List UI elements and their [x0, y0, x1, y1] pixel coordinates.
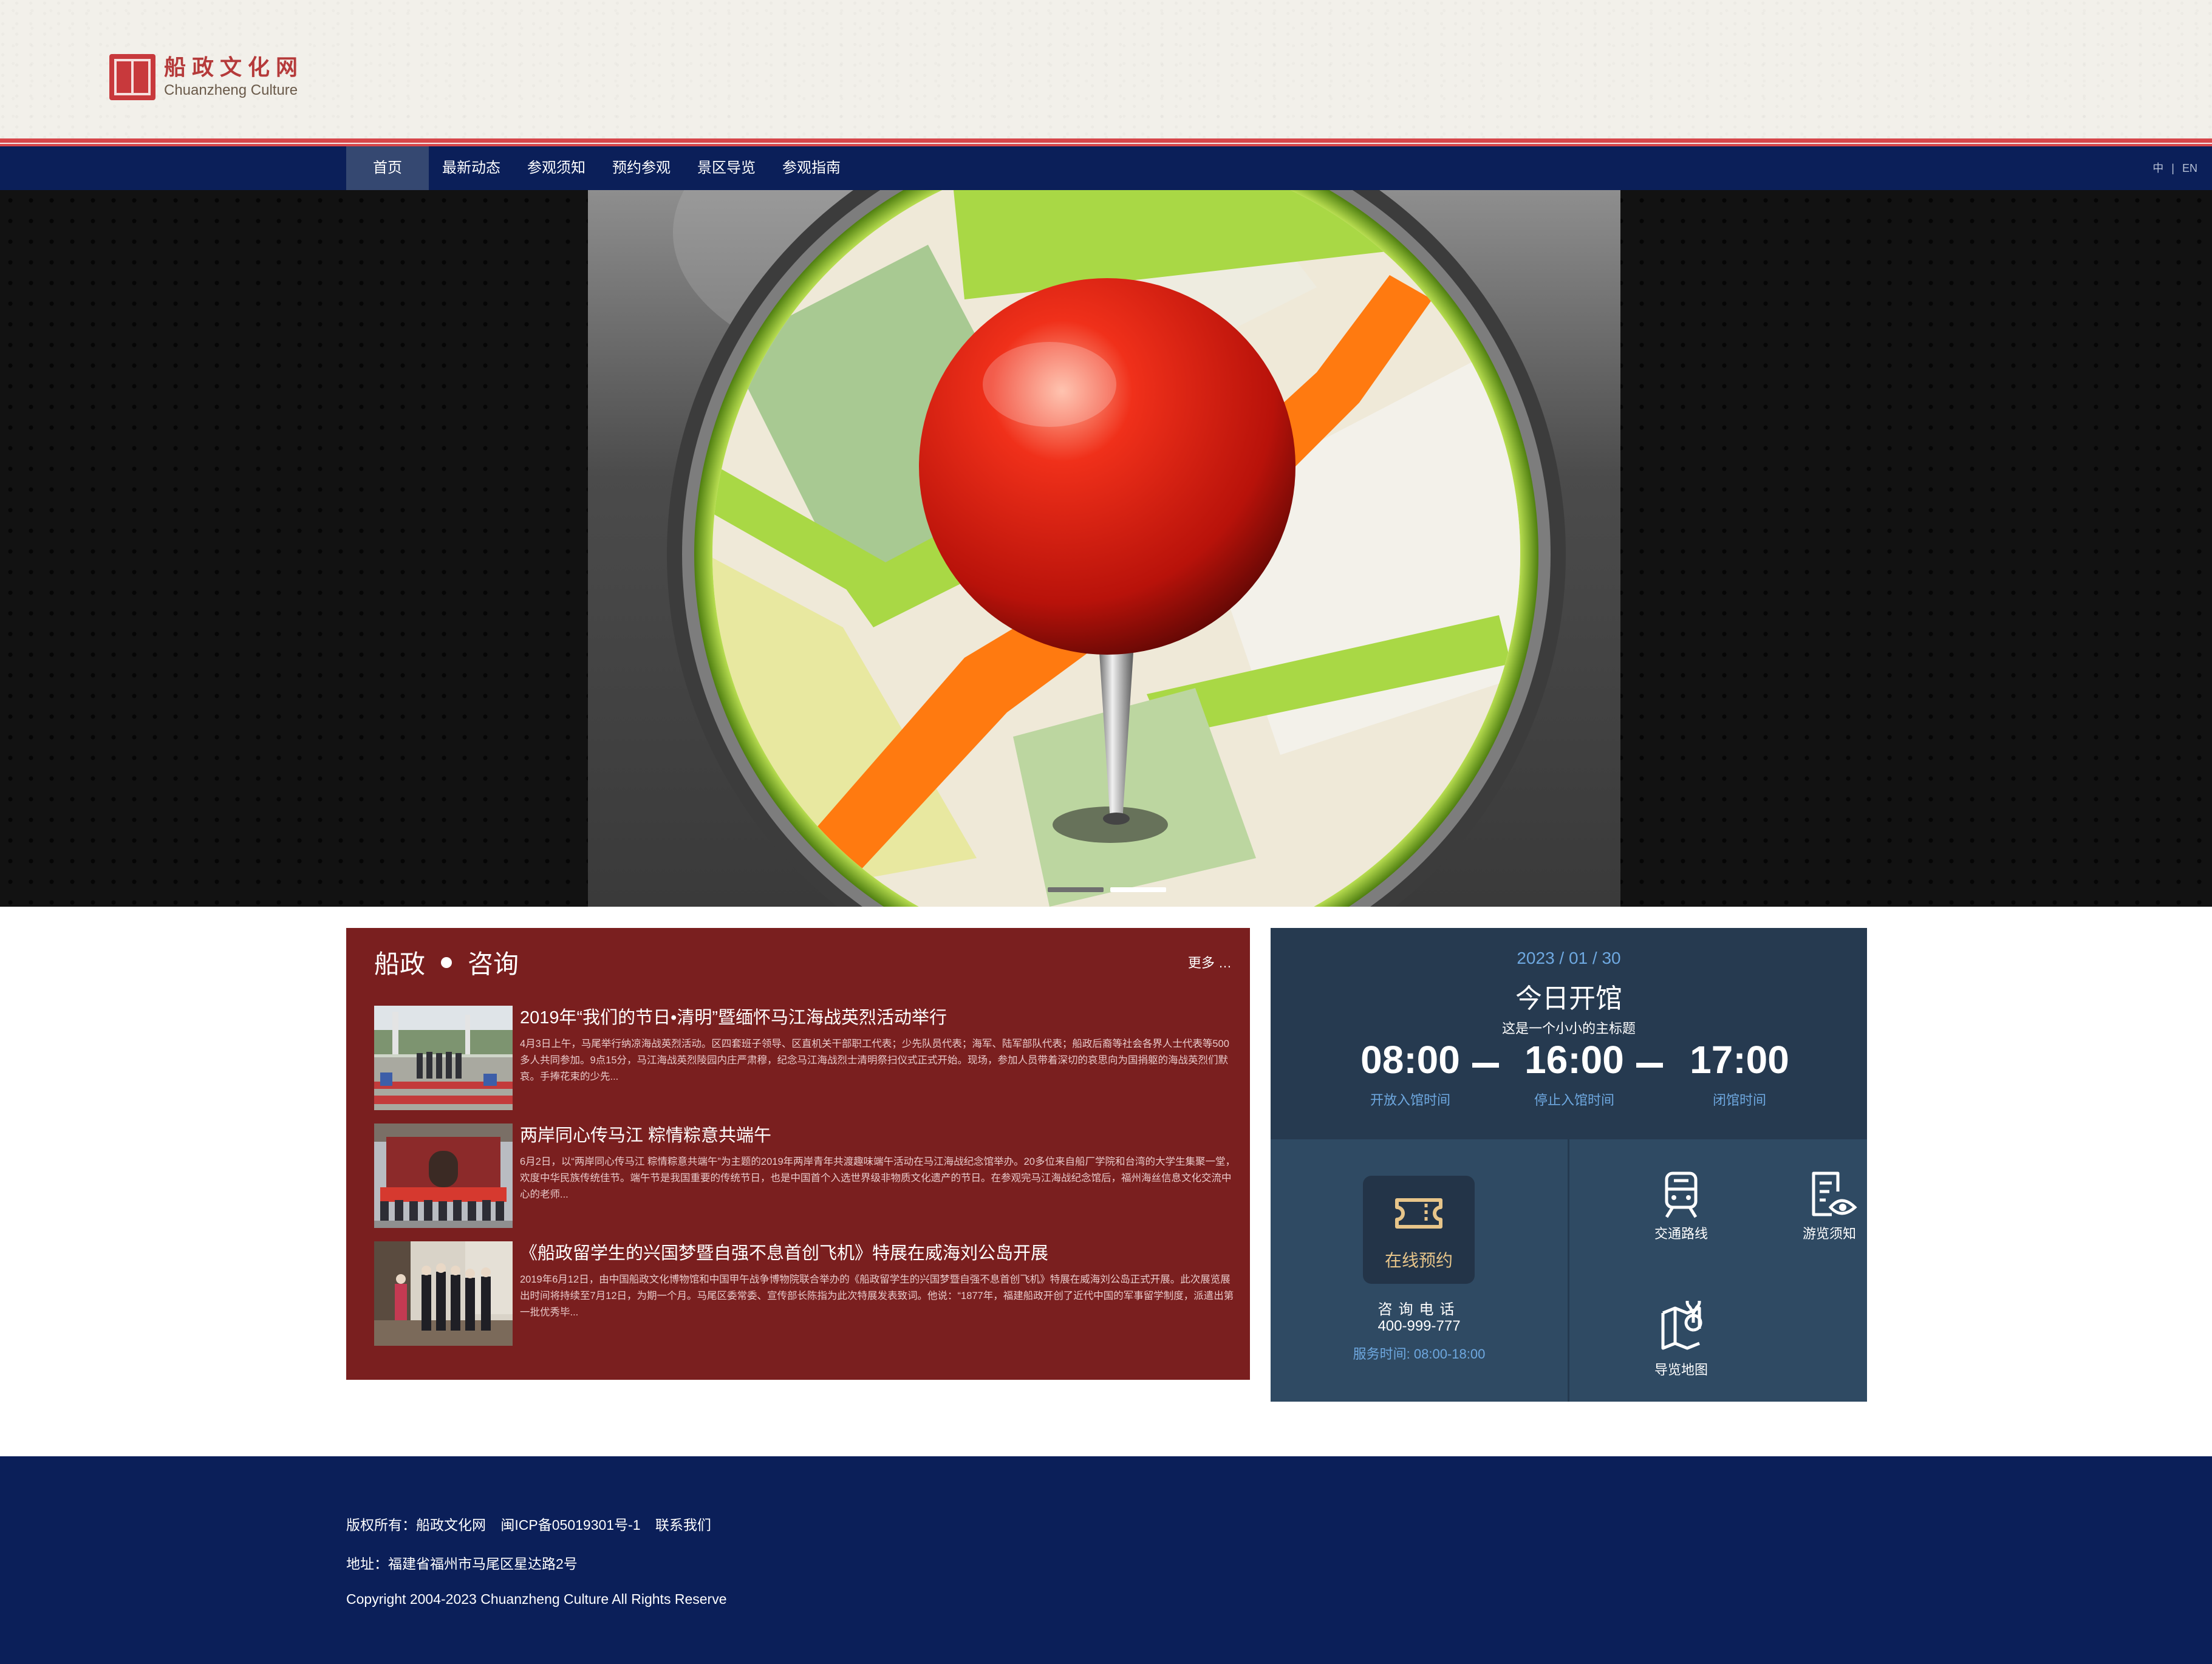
opening-hours-panel: 2023 / 01 / 30 今日开馆 这是一个小小的主标题 08:00 16:…	[1271, 928, 1867, 1402]
train-icon	[1665, 1171, 1698, 1218]
news-thumbnail[interactable]	[374, 1241, 513, 1346]
site-header: 船政文化网 Chuanzheng Culture	[0, 0, 2212, 138]
nav-item-visit-notice[interactable]: 参观须知	[514, 146, 599, 190]
map-pin-icon	[667, 190, 1566, 907]
footer-contact-link[interactable]: 联系我们	[655, 1517, 711, 1533]
opening-hours-header: 2023 / 01 / 30 今日开馆 这是一个小小的主标题 08:00 16:…	[1271, 928, 1867, 1139]
banner-slide[interactable]	[588, 190, 1620, 907]
nav-item-visit-guide[interactable]: 参观指南	[769, 146, 854, 190]
slide-dot-2[interactable]	[1110, 887, 1166, 892]
news-panel: 船政 咨询 更多 … 2019年“我们的节日•清明”暨缅怀马江海战英烈活动举行 …	[346, 928, 1250, 1380]
consult-phone[interactable]: 400-999-777	[1271, 1318, 1568, 1335]
lang-zh[interactable]: 中	[2152, 162, 2163, 174]
opening-subtitle: 这是一个小小的主标题	[1501, 1021, 1636, 1036]
nav-item-booking[interactable]: 预约参观	[599, 146, 684, 190]
logo-title-en: Chuanzheng Culture	[164, 82, 298, 98]
consult-label: 咨询电话	[1377, 1301, 1461, 1318]
news-title[interactable]: 《船政留学生的兴国梦暨自强不息首创飞机》特展在威海刘公岛开展	[520, 1241, 1048, 1266]
footer-copyright-line: 版权所有：船政文化网 闽ICP备05019301号-1 联系我们	[346, 1513, 722, 1534]
news-more-link[interactable]: 更多 …	[1188, 952, 1232, 972]
ticket-icon	[1395, 1198, 1442, 1229]
map-guide-icon	[1661, 1301, 1702, 1350]
online-booking-label: 在线预约	[1384, 1251, 1453, 1270]
visit-notice-label: 游览须知	[1802, 1226, 1856, 1241]
slide-dot-1[interactable]	[1048, 887, 1104, 892]
main-nav: 首页 最新动态 参观须知 预约参观 景区导览 参观指南 中 | EN	[0, 146, 2212, 190]
news-title[interactable]: 2019年“我们的节日•清明”暨缅怀马江海战英烈活动举行	[520, 1006, 947, 1030]
time-separator	[1636, 1063, 1663, 1068]
nav-item-scenic-guide[interactable]: 景区导览	[684, 146, 769, 190]
close-time-caption: 闭馆时间	[1712, 1093, 1766, 1108]
title-bullet	[441, 956, 452, 968]
footer-copyright-en: Copyright 2004-2023 Chuanzheng Culture A…	[346, 1591, 727, 1607]
service-hours: 服务时间: 08:00-18:00	[1353, 1346, 1486, 1362]
lang-separator: |	[2171, 162, 2174, 174]
nav-item-news[interactable]: 最新动态	[429, 146, 514, 190]
footer-icp[interactable]: 闽ICP备05019301号-1	[500, 1517, 640, 1533]
news-title-part-b: 咨询	[468, 950, 519, 978]
close-time: 17:00	[1690, 1038, 1789, 1082]
open-time-caption: 开放入馆时间	[1370, 1093, 1450, 1108]
site-logo[interactable]: 船政文化网 Chuanzheng Culture	[109, 52, 304, 102]
panel-divider	[1568, 1139, 1569, 1402]
header-stripe-highlight	[0, 143, 2212, 144]
language-switch: 中 | EN	[2152, 146, 2197, 190]
news-item[interactable]: 2019年“我们的节日•清明”暨缅怀马江海战英烈活动举行 4月3日上午，马尾举行…	[374, 1006, 1232, 1110]
site-footer: 版权所有：船政文化网 闽ICP备05019301号-1 联系我们 地址：福建省福…	[0, 1456, 2212, 1664]
current-date: 2023 / 01 / 30	[1517, 949, 1621, 967]
logo-title-cn: 船政文化网	[164, 55, 304, 80]
news-title[interactable]: 两岸同心传马江 粽情粽意共端午	[520, 1124, 771, 1148]
footer-copyright-owner: 版权所有：船政文化网	[346, 1517, 486, 1533]
news-summary: 4月3日上午，马尾举行纳凉海战英烈活动。区四套班子领导、区直机关干部职工代表；少…	[520, 1038, 1229, 1082]
open-time: 08:00	[1360, 1038, 1460, 1082]
news-thumbnail[interactable]	[374, 1006, 513, 1110]
seal-logo	[109, 54, 155, 100]
news-item[interactable]: 《船政留学生的兴国梦暨自强不息首创飞机》特展在威海刘公岛开展 2019年6月12…	[374, 1241, 1234, 1346]
transport-route-link[interactable]: 交通路线	[1620, 1170, 1742, 1261]
footer-address: 地址：福建省福州市马尾区星达路2号	[346, 1556, 578, 1572]
time-separator	[1472, 1063, 1499, 1068]
document-eye-icon	[1812, 1171, 1857, 1216]
online-booking-button[interactable]: 在线预约	[1363, 1176, 1475, 1284]
guide-map-link[interactable]: 导览地图	[1620, 1301, 1742, 1392]
news-panel-title: 船政 咨询	[374, 944, 519, 981]
nav-item-home[interactable]: 首页	[346, 146, 429, 190]
news-item[interactable]: 两岸同心传马江 粽情粽意共端午 6月2日，以“两岸同心传马江 粽情粽意共端午”为…	[374, 1124, 1235, 1228]
hero-banner	[0, 190, 2212, 907]
lang-en[interactable]: EN	[2182, 162, 2197, 174]
guide-map-label: 导览地图	[1654, 1362, 1708, 1377]
news-title-part-a: 船政	[374, 950, 426, 978]
last-entry-time: 16:00	[1524, 1038, 1624, 1082]
visit-notice-link[interactable]: 游览须知	[1769, 1170, 1890, 1261]
news-summary: 2019年6月12日，由中国船政文化博物馆和中国甲午战争博物院联合举办的《船政留…	[520, 1274, 1234, 1318]
opening-status-title: 今日开馆	[1515, 984, 1622, 1014]
news-summary: 6月2日，以“两岸同心传马江 粽情粽意共端午”为主题的2019年两岸青年共渡趣味…	[520, 1156, 1235, 1200]
news-thumbnail[interactable]	[374, 1124, 513, 1228]
transport-route-label: 交通路线	[1654, 1226, 1708, 1241]
last-entry-caption: 停止入馆时间	[1534, 1093, 1614, 1108]
